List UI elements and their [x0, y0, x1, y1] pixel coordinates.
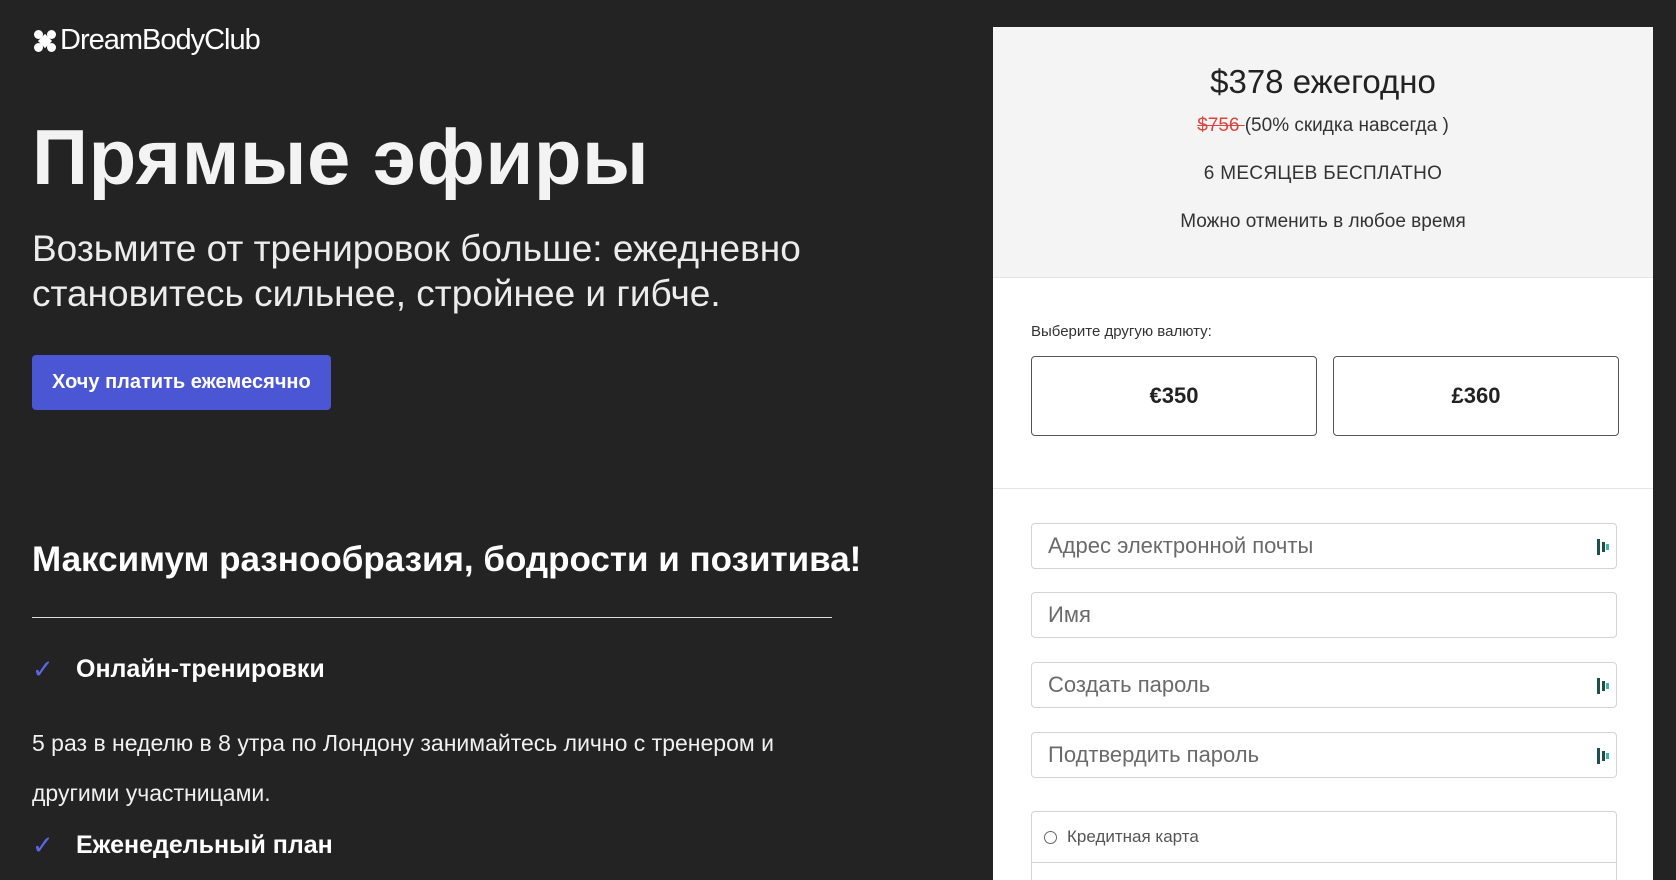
checkout-panel: $378 ежегодно $756 (50% скидка навсегда …: [993, 27, 1653, 880]
check-icon: ✓: [32, 830, 54, 860]
confirm-password-field[interactable]: [1031, 732, 1617, 778]
payment-option-label: Кредитная карта: [1067, 827, 1199, 846]
discount-line: $756 (50% скидка навсегда ): [993, 115, 1653, 137]
free-months-text: 6 МЕСЯЦЕВ БЕСПЛАТНО: [1203, 163, 1443, 184]
price-summary: $378 ежегодно $756 (50% скидка навсегда …: [993, 27, 1653, 278]
check-icon: ✓: [32, 654, 54, 684]
discount-text: (50% скидка навсегда ): [1244, 115, 1449, 136]
logo[interactable]: DreamBodyClub: [34, 24, 261, 57]
cancel-note: Можно отменить в любое время: [1180, 211, 1466, 232]
pay-monthly-button[interactable]: Хочу платить ежемесячно: [32, 355, 331, 410]
currency-label: Выберите другую валюту:: [1031, 323, 1212, 340]
hero-subtitle: Возьмите от тренировок больше: ежедневно…: [32, 228, 801, 314]
email-input[interactable]: [1032, 524, 1616, 568]
password-manager-icon[interactable]: [1596, 676, 1610, 696]
confirm-password-input[interactable]: [1032, 733, 1616, 777]
section-divider: [32, 617, 832, 618]
email-field[interactable]: [1031, 523, 1617, 569]
logo-text: DreamBodyClub: [60, 24, 261, 56]
password-field[interactable]: [1031, 662, 1617, 708]
feature-description: 5 раз в неделю в 8 утра по Лондону заним…: [32, 730, 774, 806]
feature-online-training: ✓ Онлайн-тренировки: [32, 654, 325, 685]
payment-option-card[interactable]: Кредитная карта: [1032, 812, 1616, 863]
currency-gbp-button[interactable]: £360: [1333, 356, 1619, 436]
feature-title: Еженедельный план: [76, 831, 333, 859]
name-field[interactable]: [1031, 592, 1617, 638]
password-manager-icon[interactable]: [1596, 746, 1610, 766]
feature-title: Онлайн-тренировки: [76, 655, 325, 683]
section-title: Максимум разнообразия, бодрости и позити…: [32, 540, 862, 579]
radio-button[interactable]: [1044, 830, 1057, 844]
name-input[interactable]: [1032, 593, 1616, 637]
feature-weekly-plan: ✓ Еженедельный план: [32, 830, 333, 861]
logo-mark-icon: [34, 29, 56, 52]
payment-method-box: Кредитная карта: [1031, 811, 1617, 880]
password-input[interactable]: [1032, 663, 1616, 707]
annual-price: $378 ежегодно: [1210, 63, 1436, 100]
page-title: Прямые эфиры: [32, 113, 650, 201]
old-price: $756: [1197, 115, 1245, 136]
password-manager-icon[interactable]: [1596, 537, 1610, 557]
payment-option-other[interactable]: [1032, 863, 1616, 880]
currency-eur-button[interactable]: €350: [1031, 356, 1317, 436]
currency-selector: Выберите другую валюту: €350 £360: [993, 278, 1653, 489]
